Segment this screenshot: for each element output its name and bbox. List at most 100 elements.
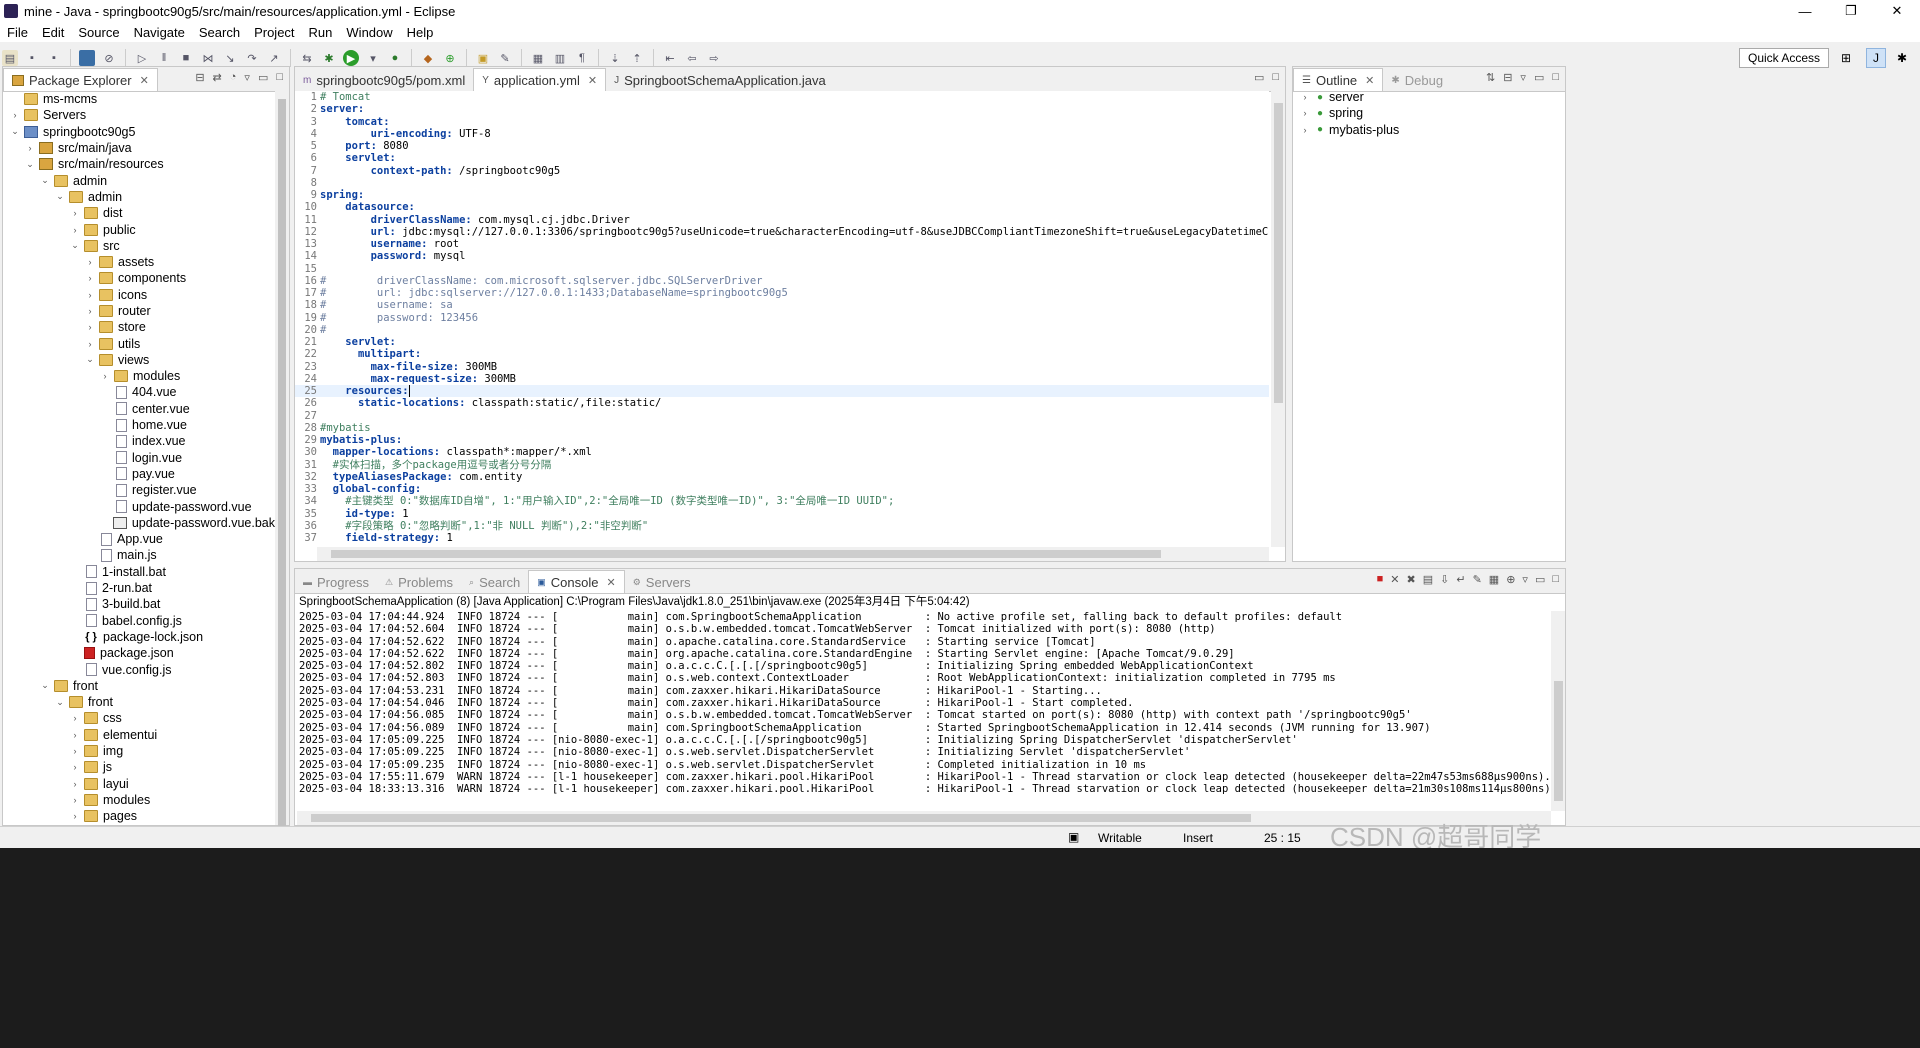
- outline-item-server[interactable]: › ● server: [1299, 89, 1399, 105]
- tree-item[interactable]: register.vue: [3, 482, 275, 498]
- menu-window[interactable]: Window: [339, 25, 399, 40]
- toggle-mark-icon[interactable]: ▦: [530, 50, 546, 66]
- minimize-view-icon[interactable]: ▭: [258, 71, 268, 84]
- menu-help[interactable]: Help: [400, 25, 441, 40]
- collapsed-chevron-icon[interactable]: ›: [69, 762, 81, 772]
- editor-vscrollbar[interactable]: [1271, 91, 1285, 547]
- show-whitespace-icon[interactable]: ¶: [574, 50, 590, 66]
- tab-outline[interactable]: ☰ Outline ✕: [1293, 68, 1384, 91]
- tree-item[interactable]: › css: [3, 710, 275, 726]
- minimize-view-icon[interactable]: ▭: [1535, 573, 1545, 586]
- open-task-icon[interactable]: ✎: [497, 50, 513, 66]
- previous-annotation-icon[interactable]: ⇡: [629, 50, 645, 66]
- maximize-editor-icon[interactable]: □: [1272, 71, 1279, 84]
- resume-icon[interactable]: ▷: [134, 50, 150, 66]
- minimize-editor-icon[interactable]: ▭: [1254, 71, 1264, 84]
- java-perspective-icon[interactable]: J: [1866, 48, 1886, 68]
- tree-item[interactable]: index.vue: [3, 433, 275, 449]
- minimize-button[interactable]: —: [1782, 0, 1828, 22]
- link-editor-icon[interactable]: ⇄: [213, 71, 222, 84]
- maximize-view-icon[interactable]: □: [1552, 71, 1559, 84]
- expanded-chevron-icon[interactable]: ⌄: [84, 354, 96, 365]
- menu-search[interactable]: Search: [192, 25, 247, 40]
- debug-icon[interactable]: ✱: [321, 50, 337, 66]
- tree-item[interactable]: package.json: [3, 645, 275, 661]
- run-dropdown-icon[interactable]: ▾: [365, 50, 381, 66]
- collapsed-chevron-icon[interactable]: ›: [84, 273, 96, 283]
- display-selected-icon[interactable]: ▦: [1489, 573, 1499, 586]
- expanded-chevron-icon[interactable]: ⌄: [54, 697, 66, 708]
- step-return-icon[interactable]: ↗: [266, 50, 282, 66]
- expanded-chevron-icon[interactable]: ⌄: [24, 159, 36, 170]
- tree-item[interactable]: ⌄ front: [3, 678, 275, 694]
- last-edit-icon[interactable]: ⇤: [662, 50, 678, 66]
- menu-run[interactable]: Run: [302, 25, 340, 40]
- pin-console-icon[interactable]: ✎: [1473, 573, 1482, 586]
- tree-item[interactable]: update-password.vue: [3, 498, 275, 514]
- tab-search[interactable]: ⌕ Search: [461, 571, 528, 593]
- open-type-icon[interactable]: ▣: [475, 50, 491, 66]
- menu-project[interactable]: Project: [247, 25, 301, 40]
- tab-package-explorer[interactable]: Package Explorer ✕: [3, 68, 158, 91]
- outline-item-mybatis-plus[interactable]: › ● mybatis-plus: [1299, 122, 1400, 138]
- close-tab-icon[interactable]: ✕: [140, 74, 149, 87]
- run-icon[interactable]: ▶: [343, 50, 359, 66]
- quick-access-input[interactable]: Quick Access: [1739, 48, 1829, 68]
- toggle-block-icon[interactable]: ▥: [552, 50, 568, 66]
- step-over-icon[interactable]: ↷: [244, 50, 260, 66]
- disconnect-icon[interactable]: ⋈: [200, 50, 216, 66]
- console-output[interactable]: 2025-03-04 17:04:44.924 INFO 18724 --- […: [299, 611, 1551, 811]
- menu-source[interactable]: Source: [71, 25, 126, 40]
- collapsed-chevron-icon[interactable]: ›: [69, 730, 81, 740]
- collapsed-chevron-icon[interactable]: ›: [99, 371, 111, 381]
- next-annotation-icon[interactable]: ⇣: [607, 50, 623, 66]
- tree-item[interactable]: center.vue: [3, 401, 275, 417]
- tree-item[interactable]: ⌄ front: [3, 694, 275, 710]
- tree-item[interactable]: › modules: [3, 792, 275, 808]
- collapsed-chevron-icon[interactable]: ›: [69, 795, 81, 805]
- remove-launch-icon[interactable]: ✕: [1390, 573, 1399, 586]
- menu-file[interactable]: File: [0, 25, 35, 40]
- tab-application-yml[interactable]: Y application.yml ✕: [473, 68, 607, 91]
- save-icon[interactable]: ▪: [24, 50, 40, 66]
- tree-item[interactable]: ms-mcms: [3, 91, 275, 107]
- tree-item[interactable]: › components: [3, 270, 275, 286]
- scroll-lock-icon[interactable]: ⇩: [1440, 573, 1449, 586]
- tree-item[interactable]: › pages: [3, 808, 275, 824]
- close-tab-icon[interactable]: ✕: [588, 74, 597, 87]
- external-tools-icon[interactable]: ●: [387, 50, 403, 66]
- view-menu-icon[interactable]: ▿: [1520, 71, 1526, 84]
- tree-item[interactable]: › Servers: [3, 107, 275, 123]
- focus-icon[interactable]: ◔: [230, 71, 237, 84]
- open-console-icon[interactable]: ⊕: [1506, 573, 1515, 586]
- tree-item[interactable]: › img: [3, 743, 275, 759]
- tree-item[interactable]: ⌄ views: [3, 352, 275, 368]
- tree-item[interactable]: 1-install.bat: [3, 564, 275, 580]
- expanded-chevron-icon[interactable]: ⌄: [69, 240, 81, 251]
- tree-item[interactable]: login.vue: [3, 450, 275, 466]
- terminal-icon[interactable]: [79, 50, 95, 66]
- tree-item[interactable]: ⌄ springbootc90g5: [3, 124, 275, 140]
- collapsed-chevron-icon[interactable]: ›: [69, 208, 81, 218]
- tree-item[interactable]: › dist: [3, 205, 275, 221]
- tree-item[interactable]: update-password.vue.bak: [3, 515, 275, 531]
- new-icon[interactable]: ▤: [2, 50, 18, 66]
- tree-item[interactable]: 2-run.bat: [3, 580, 275, 596]
- terminate-icon[interactable]: ■: [178, 50, 194, 66]
- save-all-icon[interactable]: ▪: [46, 50, 62, 66]
- view-menu-icon[interactable]: ▿: [244, 71, 250, 84]
- collapsed-chevron-icon[interactable]: ›: [69, 225, 81, 235]
- expanded-chevron-icon[interactable]: ⌄: [39, 680, 51, 691]
- tree-item[interactable]: { } package-lock.json: [3, 629, 275, 645]
- minimize-view-icon[interactable]: ▭: [1534, 71, 1544, 84]
- tree-item[interactable]: › utils: [3, 335, 275, 351]
- tab-pom-xml[interactable]: m springbootc90g5/pom.xml: [295, 69, 473, 91]
- maximize-button[interactable]: ❐: [1828, 0, 1874, 22]
- close-tab-icon[interactable]: ✕: [607, 576, 616, 589]
- tree-item[interactable]: › store: [3, 319, 275, 335]
- expanded-chevron-icon[interactable]: ⌄: [54, 191, 66, 202]
- new-java-project-icon[interactable]: ◆: [420, 50, 436, 66]
- close-tab-icon[interactable]: ✕: [1365, 74, 1374, 87]
- tree-item[interactable]: main.js: [3, 547, 275, 563]
- new-class-icon[interactable]: ⊕: [442, 50, 458, 66]
